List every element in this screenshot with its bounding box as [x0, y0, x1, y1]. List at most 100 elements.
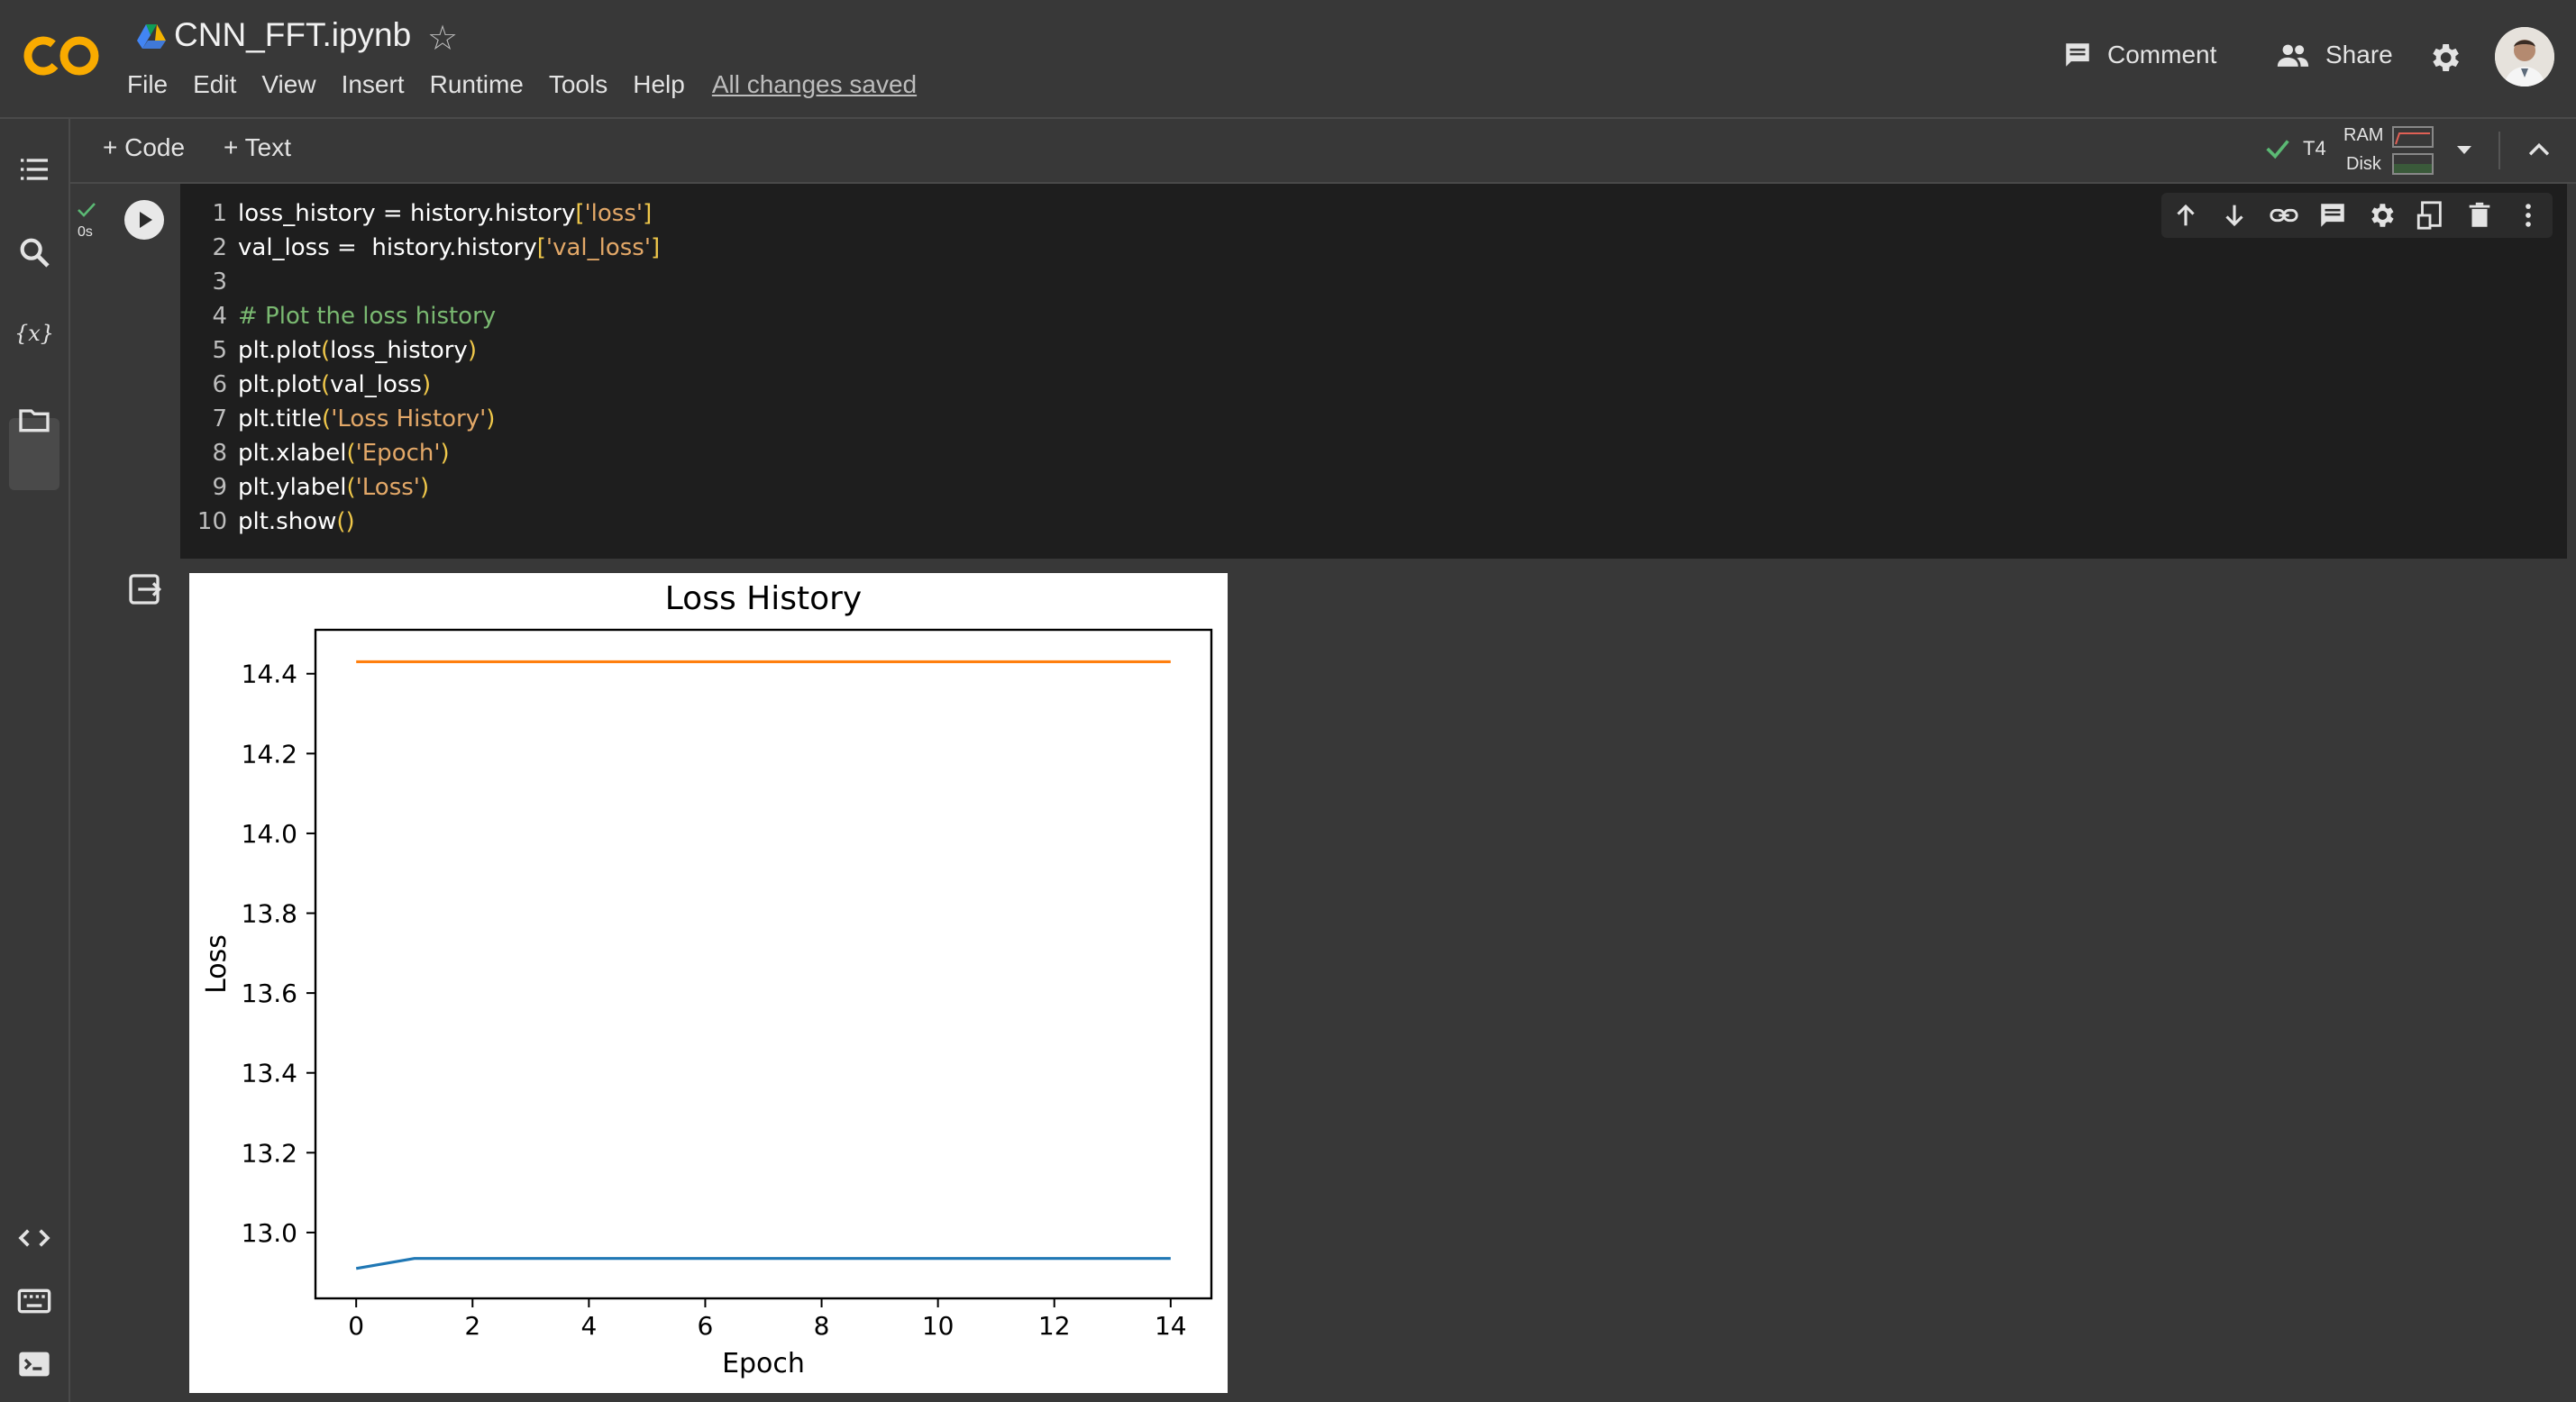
- code-token: plt.xlabel: [238, 440, 347, 467]
- command-palette-icon[interactable]: [16, 1283, 52, 1319]
- x-tick-label: 2: [464, 1311, 480, 1341]
- x-tick-label: 10: [922, 1311, 955, 1341]
- variables-icon[interactable]: {x}: [16, 315, 52, 351]
- play-icon: [140, 212, 152, 228]
- code-line[interactable]: 5 plt.plot(loss_history): [193, 333, 660, 368]
- terminal-icon[interactable]: [16, 1346, 52, 1382]
- menu-view[interactable]: View: [261, 70, 315, 99]
- menu-insert[interactable]: Insert: [342, 70, 405, 99]
- line-number: 6: [212, 371, 227, 398]
- gear-icon[interactable]: [2366, 200, 2397, 231]
- code-token: ): [486, 405, 496, 432]
- code-token: plt.plot: [238, 371, 322, 398]
- code-token: 'val_loss': [545, 234, 651, 261]
- code-token: plt.show: [238, 508, 337, 535]
- user-photo-icon: [2495, 27, 2554, 86]
- arrow-up-icon[interactable]: [2170, 200, 2201, 231]
- avatar[interactable]: [2495, 27, 2554, 86]
- code-token: ]: [650, 234, 661, 261]
- menu-tools[interactable]: Tools: [549, 70, 607, 99]
- code-token: ): [419, 474, 430, 501]
- code-line[interactable]: 4 # Plot the loss history: [193, 299, 660, 333]
- code-line[interactable]: 3: [193, 265, 660, 299]
- code-editor[interactable]: 1 loss_history = history.history['loss'] 2…: [193, 196, 660, 539]
- chevron-up-icon[interactable]: [2524, 135, 2554, 166]
- x-tick-label: 12: [1038, 1311, 1071, 1341]
- y-axis-label: Loss: [201, 934, 233, 994]
- run-cell-button[interactable]: [124, 200, 164, 240]
- search-icon[interactable]: [16, 234, 52, 270]
- y-tick-label: 14.4: [242, 660, 297, 689]
- folder-icon[interactable]: [16, 402, 52, 438]
- people-icon: [2277, 44, 2309, 67]
- chart-title: Loss History: [665, 580, 862, 617]
- notebook-toolbar: + Code + Text: [69, 119, 2576, 184]
- code-token: 'Epoch': [355, 440, 441, 467]
- table-of-contents-icon[interactable]: [16, 151, 52, 187]
- success-check-icon: [78, 203, 96, 217]
- code-snippets-icon[interactable]: [16, 1220, 52, 1256]
- add-code-button[interactable]: + Code: [103, 133, 185, 162]
- code-line[interactable]: 10 plt.show(): [193, 505, 660, 539]
- star-icon[interactable]: ☆: [427, 18, 458, 59]
- code-token: loss_history = history.history: [238, 200, 576, 227]
- ram-label: RAM: [2343, 125, 2384, 145]
- save-status-link[interactable]: All changes saved: [712, 70, 917, 99]
- drive-icon[interactable]: [135, 22, 168, 50]
- code-token: val_loss: [330, 371, 422, 398]
- menu-file[interactable]: File: [127, 70, 168, 99]
- menu-runtime[interactable]: Runtime: [430, 70, 524, 99]
- code-token: ]: [643, 200, 653, 227]
- arrow-down-icon[interactable]: [2219, 200, 2250, 231]
- comment-label: Comment: [2107, 41, 2217, 68]
- share-button[interactable]: Share: [2275, 40, 2393, 70]
- colab-logo-icon[interactable]: [23, 31, 101, 81]
- code-token: plt.plot: [238, 337, 322, 364]
- add-text-button[interactable]: + Text: [224, 133, 291, 162]
- execution-time: 0s: [78, 224, 93, 240]
- disk-usage-graph[interactable]: [2392, 153, 2434, 175]
- menu-bar: File Edit View Insert Runtime Tools Help…: [127, 70, 942, 99]
- runtime-type[interactable]: T4: [2303, 137, 2326, 160]
- share-label: Share: [2325, 41, 2393, 68]
- menu-edit[interactable]: Edit: [193, 70, 236, 99]
- code-line[interactable]: 1 loss_history = history.history['loss']: [193, 196, 660, 231]
- trash-icon[interactable]: [2464, 200, 2495, 231]
- disk-label: Disk: [2346, 154, 2381, 174]
- code-line[interactable]: 6 plt.plot(val_loss): [193, 368, 660, 402]
- output-actions-icon[interactable]: [126, 571, 162, 607]
- line-number: 7: [212, 405, 227, 432]
- cell-toolbar: [2161, 193, 2553, 238]
- code-line[interactable]: 2 val_loss = history.history['val_loss']: [193, 231, 660, 265]
- chevron-down-icon[interactable]: [2453, 141, 2475, 159]
- x-tick-label: 14: [1155, 1311, 1187, 1341]
- more-vert-icon[interactable]: [2513, 200, 2544, 231]
- code-line[interactable]: 9 plt.ylabel('Loss'): [193, 470, 660, 505]
- menu-help[interactable]: Help: [633, 70, 685, 99]
- ram-usage-graph[interactable]: [2392, 126, 2434, 148]
- code-token: (: [322, 405, 332, 432]
- x-tick-label: 4: [580, 1311, 597, 1341]
- x-tick-label: 8: [814, 1311, 830, 1341]
- code-line[interactable]: 7 plt.title('Loss History'): [193, 402, 660, 436]
- notebook-title[interactable]: CNN_FFT.ipynb: [174, 16, 411, 54]
- x-tick-label: 0: [348, 1311, 364, 1341]
- gear-icon[interactable]: [2426, 40, 2462, 76]
- y-tick-label: 14.2: [242, 739, 297, 769]
- line-number: 8: [212, 440, 227, 467]
- code-token: (: [321, 337, 331, 364]
- line-number: 3: [212, 269, 227, 296]
- plot-axes-frame: [314, 628, 1213, 1300]
- svg-text:{x}: {x}: [16, 321, 52, 346]
- toolbar-divider: [2498, 132, 2500, 169]
- link-icon[interactable]: [2269, 200, 2299, 231]
- code-token: (: [346, 474, 356, 501]
- mirror-cell-icon[interactable]: [2415, 200, 2445, 231]
- code-token: (: [321, 371, 331, 398]
- code-line[interactable]: 8 plt.xlabel('Epoch'): [193, 436, 660, 470]
- comment-button[interactable]: Comment: [2062, 40, 2216, 70]
- y-tick-label: 13.2: [242, 1138, 297, 1168]
- code-token: # Plot the loss history: [238, 303, 497, 330]
- comment-icon[interactable]: [2317, 200, 2348, 231]
- x-tick-label: 6: [698, 1311, 714, 1341]
